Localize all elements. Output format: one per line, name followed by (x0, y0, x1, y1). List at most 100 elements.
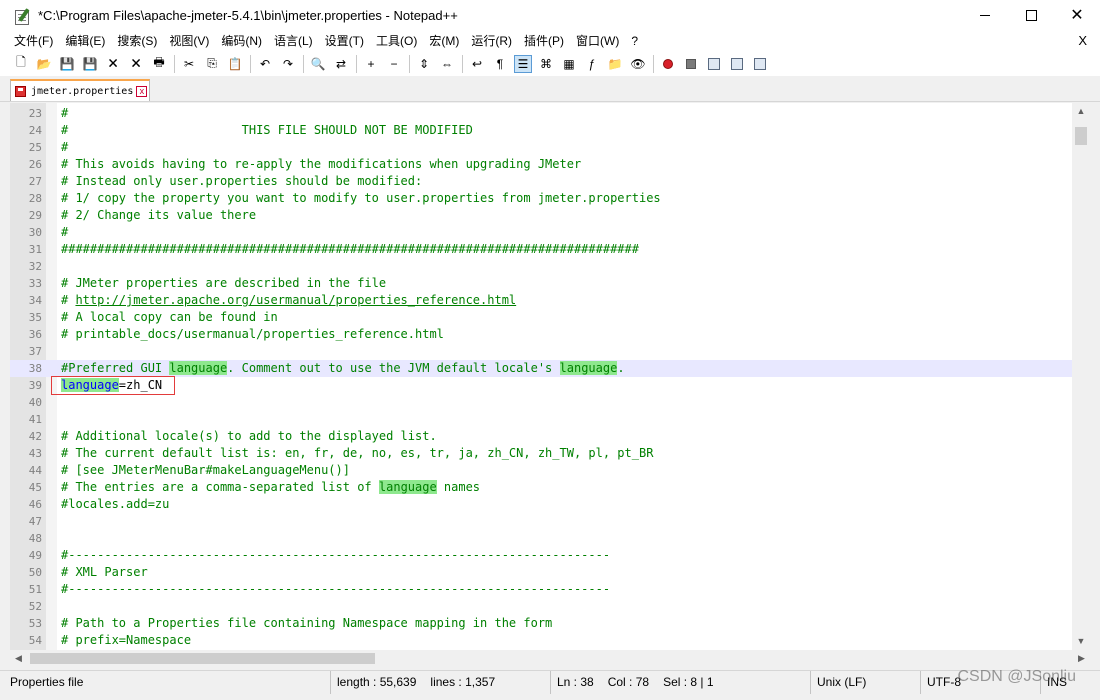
code-line[interactable]: 38 #Preferred GUI language. Comment out t… (10, 360, 1072, 377)
menu-item-11[interactable]: 窗口(W) (570, 31, 625, 51)
zoom-out-icon[interactable]: − (385, 55, 403, 73)
code-line[interactable]: 31 ######################################… (10, 241, 1072, 258)
code-line[interactable]: 32 (10, 258, 1072, 275)
code-line[interactable]: 53 # Path to a Properties file containing… (10, 615, 1072, 632)
code-line[interactable]: 26 # This avoids having to re-apply the m… (10, 156, 1072, 173)
open-file-icon[interactable]: 📂 (35, 55, 53, 73)
menu-item-6[interactable]: 设置(T) (319, 31, 370, 51)
code-line[interactable]: 36 # printable_docs/usermanual/properties… (10, 326, 1072, 343)
code-line[interactable]: 42 # Additional locale(s) to add to the d… (10, 428, 1072, 445)
code-line[interactable]: 45 # The entries are a comma-separated li… (10, 479, 1072, 496)
horizontal-scrollbar[interactable]: ◀ ▶ (10, 650, 1090, 667)
vertical-scroll-thumb[interactable] (1075, 127, 1087, 145)
save-icon[interactable]: 💾 (58, 55, 76, 73)
menu-item-5[interactable]: 语言(L) (268, 31, 319, 51)
code-line[interactable]: 35 # A local copy can be found in (10, 309, 1072, 326)
code-line[interactable]: 48 (10, 530, 1072, 547)
code-line[interactable]: 33 # JMeter properties are described in t… (10, 275, 1072, 292)
menu-item-4[interactable]: 编码(N) (215, 31, 268, 51)
code-line[interactable]: 25 # (10, 139, 1072, 156)
menu-item-10[interactable]: 插件(P) (518, 31, 570, 51)
menu-item-1[interactable]: 编辑(E) (59, 31, 111, 51)
menu-item-8[interactable]: 宏(M) (423, 31, 465, 51)
code-line[interactable]: 37 (10, 343, 1072, 360)
toolbar-separator (250, 54, 251, 73)
scroll-left-icon[interactable]: ◀ (10, 650, 27, 667)
code-line[interactable]: 27 # Instead only user.properties should … (10, 173, 1072, 190)
status-eol[interactable]: Unix (LF) (810, 671, 920, 694)
sync-horizontal-icon[interactable]: ⇔ (438, 55, 456, 73)
menu-item-9[interactable]: 运行(R) (465, 31, 518, 51)
find-icon[interactable]: 🔍 (309, 55, 327, 73)
code-line[interactable]: 54 # prefix=Namespace (10, 632, 1072, 649)
stop-record-icon[interactable] (682, 55, 700, 73)
line-number: 41 (28, 413, 42, 426)
line-text: # This avoids having to re-apply the mod… (61, 157, 582, 171)
word-wrap-icon[interactable]: ↩ (468, 55, 486, 73)
code-line[interactable]: 43 # The current default list is: en, fr,… (10, 445, 1072, 462)
code-line[interactable]: 41 (10, 411, 1072, 428)
maximize-button[interactable] (1008, 0, 1054, 31)
code-line[interactable]: 49 #-------------------------------------… (10, 547, 1072, 564)
zoom-in-icon[interactable]: + (362, 55, 380, 73)
redo-icon[interactable]: ↷ (279, 55, 297, 73)
code-line[interactable]: 50 # XML Parser (10, 564, 1072, 581)
code-line[interactable]: 40 (10, 394, 1072, 411)
record-macro-icon[interactable] (659, 55, 677, 73)
doc-map-icon[interactable]: ▦ (560, 55, 578, 73)
tab-close-icon[interactable]: x (136, 85, 148, 97)
minimize-button[interactable] (962, 0, 1008, 31)
close-all-icon[interactable]: 🗙 (127, 55, 145, 73)
menu-item-7[interactable]: 工具(O) (370, 31, 423, 51)
code-line[interactable]: 28 # 1/ copy the property you want to mod… (10, 190, 1072, 207)
code-line[interactable]: 24 # THIS FILE SHOULD NOT BE MODIFIED (10, 122, 1072, 139)
code-line[interactable]: 29 # 2/ Change its value there (10, 207, 1072, 224)
paste-icon[interactable]: 📋 (226, 55, 244, 73)
unsaved-file-icon (15, 85, 26, 97)
menu-item-0[interactable]: 文件(F) (0, 31, 59, 51)
close-icon[interactable]: 🗙 (104, 55, 122, 73)
copy-icon[interactable]: ⎘ (203, 55, 221, 73)
line-number: 47 (28, 515, 42, 528)
cut-icon[interactable]: ✂ (180, 55, 198, 73)
folder-workspace-icon[interactable]: 📁 (606, 55, 624, 73)
line-text: # XML Parser (61, 565, 148, 579)
status-lines: lines : 1,357 (430, 675, 496, 689)
function-list-icon[interactable]: ƒ (583, 55, 601, 73)
scroll-up-icon[interactable]: ▲ (1072, 103, 1090, 120)
undo-icon[interactable]: ↶ (256, 55, 274, 73)
scroll-down-icon[interactable]: ▼ (1072, 633, 1090, 650)
close-document-button[interactable]: X (1078, 31, 1087, 51)
code-line[interactable]: 44 # [see JMeterMenuBar#makeLanguageMenu(… (10, 462, 1072, 479)
status-col: Col : 78 (607, 675, 650, 689)
play-macro-icon[interactable] (705, 55, 723, 73)
play-multiple-icon[interactable] (728, 55, 746, 73)
code-line[interactable]: 51 #-------------------------------------… (10, 581, 1072, 598)
save-macro-icon[interactable] (751, 55, 769, 73)
menu-item-12[interactable]: ? (625, 31, 644, 51)
editor[interactable]: 23 #24 # THIS FILE SHOULD NOT BE MODIFIED 2… (10, 103, 1090, 650)
menu-item-2[interactable]: 搜索(S) (111, 31, 163, 51)
code-line[interactable]: 23 # (10, 105, 1072, 122)
menu-item-3[interactable]: 视图(V) (163, 31, 215, 51)
tab-jmeter-properties[interactable]: jmeter.properties x (10, 79, 150, 101)
close-window-button[interactable]: ✕ (1054, 0, 1100, 31)
print-icon[interactable]: 🖶 (150, 55, 168, 73)
scroll-right-icon[interactable]: ▶ (1073, 650, 1090, 667)
show-all-chars-icon[interactable]: ¶ (491, 55, 509, 73)
replace-icon[interactable]: ⇄ (332, 55, 350, 73)
user-language-icon[interactable]: ⌘ (537, 55, 555, 73)
monitor-icon[interactable]: 👁 (629, 55, 647, 73)
vertical-scrollbar[interactable]: ▲ ▼ (1072, 103, 1090, 650)
code-line[interactable]: 47 (10, 513, 1072, 530)
code-line[interactable]: 34 # http://jmeter.apache.org/usermanual/… (10, 292, 1072, 309)
new-file-icon[interactable]: 🗋 (12, 55, 30, 73)
code-line[interactable]: 39 language=zh_CN (10, 377, 1072, 394)
sync-vertical-icon[interactable]: ⇕ (415, 55, 433, 73)
indent-guide-icon[interactable]: ☰ (514, 54, 532, 73)
code-line[interactable]: 46 #locales.add=zu (10, 496, 1072, 513)
code-line[interactable]: 30 # (10, 224, 1072, 241)
code-line[interactable]: 52 (10, 598, 1072, 615)
horizontal-scroll-thumb[interactable] (30, 653, 375, 664)
save-all-icon[interactable]: 💾 (81, 55, 99, 73)
